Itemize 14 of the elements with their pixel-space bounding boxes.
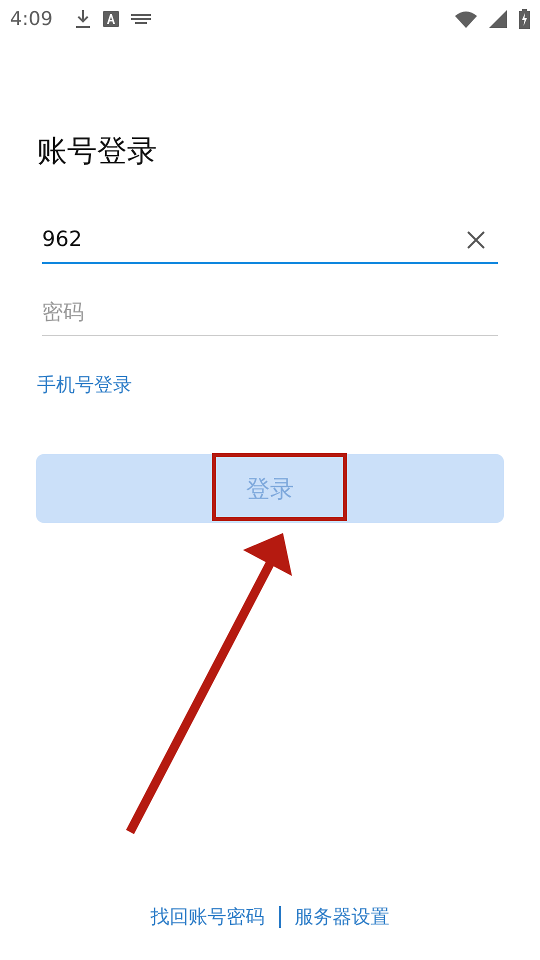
clock-time: 4:09 — [10, 8, 53, 30]
keyboard-icon — [130, 13, 151, 25]
wifi-icon — [455, 10, 477, 28]
server-settings-link[interactable]: 服务器设置 — [294, 904, 390, 930]
phone-login-link[interactable]: 手机号登录 — [37, 372, 132, 398]
password-field[interactable]: 密码 — [42, 288, 498, 336]
account-field[interactable]: 962 — [42, 216, 498, 264]
clear-icon[interactable] — [466, 230, 486, 250]
download-icon — [74, 9, 91, 29]
battery-icon — [519, 9, 530, 29]
recover-account-link[interactable]: 找回账号密码 — [150, 904, 264, 930]
page-title: 账号登录 — [37, 133, 158, 171]
signal-icon — [489, 10, 507, 28]
text-a-icon — [102, 11, 119, 27]
